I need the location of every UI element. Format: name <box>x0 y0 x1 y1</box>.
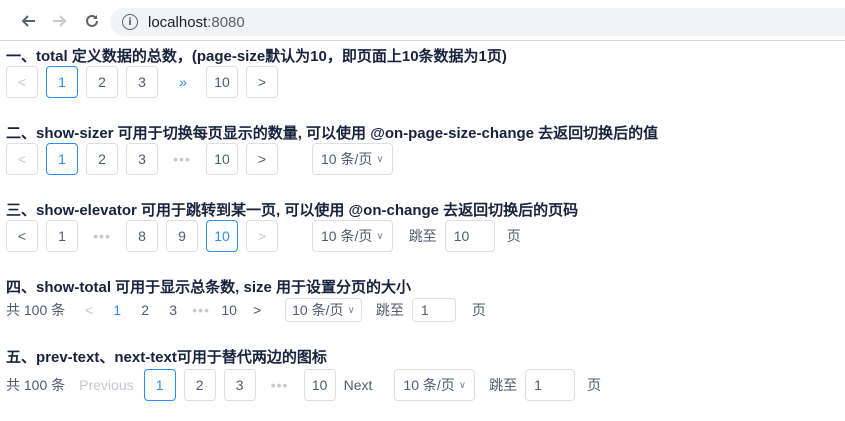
page-2-button[interactable]: 2 <box>135 298 156 322</box>
page-2-button[interactable]: 2 <box>86 143 118 175</box>
section-3-title: 三、show-elevator 可用于跳转到某一页, 可以使用 @on-chan… <box>6 202 579 219</box>
page-size-select[interactable]: 10 条/页 ∨ <box>312 143 393 175</box>
page-size-select[interactable]: 10 条/页 ∨ <box>285 298 362 322</box>
ellipsis-icon[interactable]: ••• <box>263 369 296 401</box>
ellipsis-icon[interactable]: ••• <box>166 143 198 175</box>
page-size-value: 10 条/页 <box>321 151 373 167</box>
section-5-title: 五、prev-text、next-text可用于替代两边的图标 <box>6 349 327 366</box>
page-8-button[interactable]: 8 <box>126 220 158 252</box>
url-host: localhost <box>148 13 208 31</box>
page-1-button[interactable]: 1 <box>46 66 78 98</box>
chevron-down-icon: ∨ <box>376 153 384 165</box>
page-2-button[interactable]: 2 <box>86 66 118 98</box>
total-count: 共 100 条 <box>6 377 66 393</box>
elevator-suffix: 页 <box>471 302 486 318</box>
address-bar[interactable]: i localhost:8080 <box>110 8 845 36</box>
page-size-value: 10 条/页 <box>321 228 373 244</box>
back-arrow-icon[interactable] <box>18 11 38 31</box>
page-10-button[interactable]: 10 <box>219 298 240 322</box>
page-1-button[interactable]: 1 <box>143 369 176 401</box>
page-10-button[interactable]: 10 <box>303 369 336 401</box>
browser-toolbar: i localhost:8080 <box>0 0 845 41</box>
elevator-label: 跳至 <box>489 377 518 393</box>
pagination-basic: < 1 2 3 » 10 > <box>6 66 286 98</box>
pagination-total-small: 共 100 条 < 1 2 3 ••• 10 > 10 条/页 ∨ 跳至 1 页 <box>6 298 486 322</box>
url-port: :8080 <box>207 13 245 31</box>
section-2-title: 二、show-sizer 可用于切换每页显示的数量, 可以使用 @on-page… <box>6 125 659 142</box>
page-size-value: 10 条/页 <box>292 302 344 318</box>
prev-page-button[interactable]: < <box>6 143 38 175</box>
prev-page-button[interactable]: < <box>6 220 38 252</box>
chevron-down-icon: ∨ <box>376 230 384 242</box>
forward-arrow-icon[interactable] <box>50 11 70 31</box>
elevator-suffix: 页 <box>506 228 521 244</box>
page-1-button[interactable]: 1 <box>46 220 78 252</box>
pagination-sizer: < 1 2 3 ••• 10 > 10 条/页 ∨ <box>6 143 393 175</box>
page-size-value: 10 条/页 <box>403 377 455 393</box>
section-4-title: 四、show-total 可用于显示总条数, size 用于设置分页的大小 <box>6 279 412 296</box>
page-2-button[interactable]: 2 <box>183 369 216 401</box>
prev-page-button[interactable]: < <box>79 298 100 322</box>
page-10-button[interactable]: 10 <box>206 143 238 175</box>
section-1-title: 一、total 定义数据的总数，(page-size默认为10，即页面上10条数… <box>6 48 507 65</box>
page-9-button[interactable]: 9 <box>166 220 198 252</box>
reload-icon[interactable] <box>82 11 102 31</box>
page-10-button[interactable]: 10 <box>206 66 238 98</box>
elevator-label: 跳至 <box>375 302 404 318</box>
page-3-button[interactable]: 3 <box>126 66 158 98</box>
page-3-button[interactable]: 3 <box>223 369 256 401</box>
page-3-button[interactable]: 3 <box>163 298 184 322</box>
page-1-button[interactable]: 1 <box>107 298 128 322</box>
prev-page-button[interactable]: < <box>6 66 38 98</box>
next-page-button[interactable]: > <box>246 66 278 98</box>
pagination-prev-next-text: 共 100 条 Previous 1 2 3 ••• 10 Next 10 条/… <box>6 369 601 401</box>
pagination-elevator: < 1 ••• 8 9 10 > 10 条/页 ∨ 跳至 10 页 <box>6 220 521 252</box>
ellipsis-icon[interactable]: ••• <box>86 220 118 252</box>
page-size-select[interactable]: 10 条/页 ∨ <box>394 369 476 401</box>
chevron-down-icon: ∨ <box>458 379 467 391</box>
ellipsis-icon[interactable]: ••• <box>191 298 212 322</box>
total-count: 共 100 条 <box>6 302 66 318</box>
next-page-button[interactable]: > <box>247 298 268 322</box>
jump-next-icon[interactable]: » <box>166 66 198 98</box>
page-size-select[interactable]: 10 条/页 ∨ <box>312 220 393 252</box>
chevron-down-icon: ∨ <box>347 304 355 316</box>
page-3-button[interactable]: 3 <box>126 143 158 175</box>
next-page-button[interactable]: > <box>246 220 278 252</box>
elevator-label: 跳至 <box>408 228 437 244</box>
elevator-input[interactable]: 1 <box>411 298 456 322</box>
elevator-input[interactable]: 1 <box>525 369 576 401</box>
elevator-input[interactable]: 10 <box>444 220 495 252</box>
prev-text-button[interactable]: Previous <box>79 369 134 401</box>
page-10-button[interactable]: 10 <box>206 220 238 252</box>
info-icon[interactable]: i <box>122 14 138 30</box>
next-page-button[interactable]: > <box>246 143 278 175</box>
next-text-button[interactable]: Next <box>343 369 373 401</box>
page-1-button[interactable]: 1 <box>46 143 78 175</box>
elevator-suffix: 页 <box>587 377 602 393</box>
